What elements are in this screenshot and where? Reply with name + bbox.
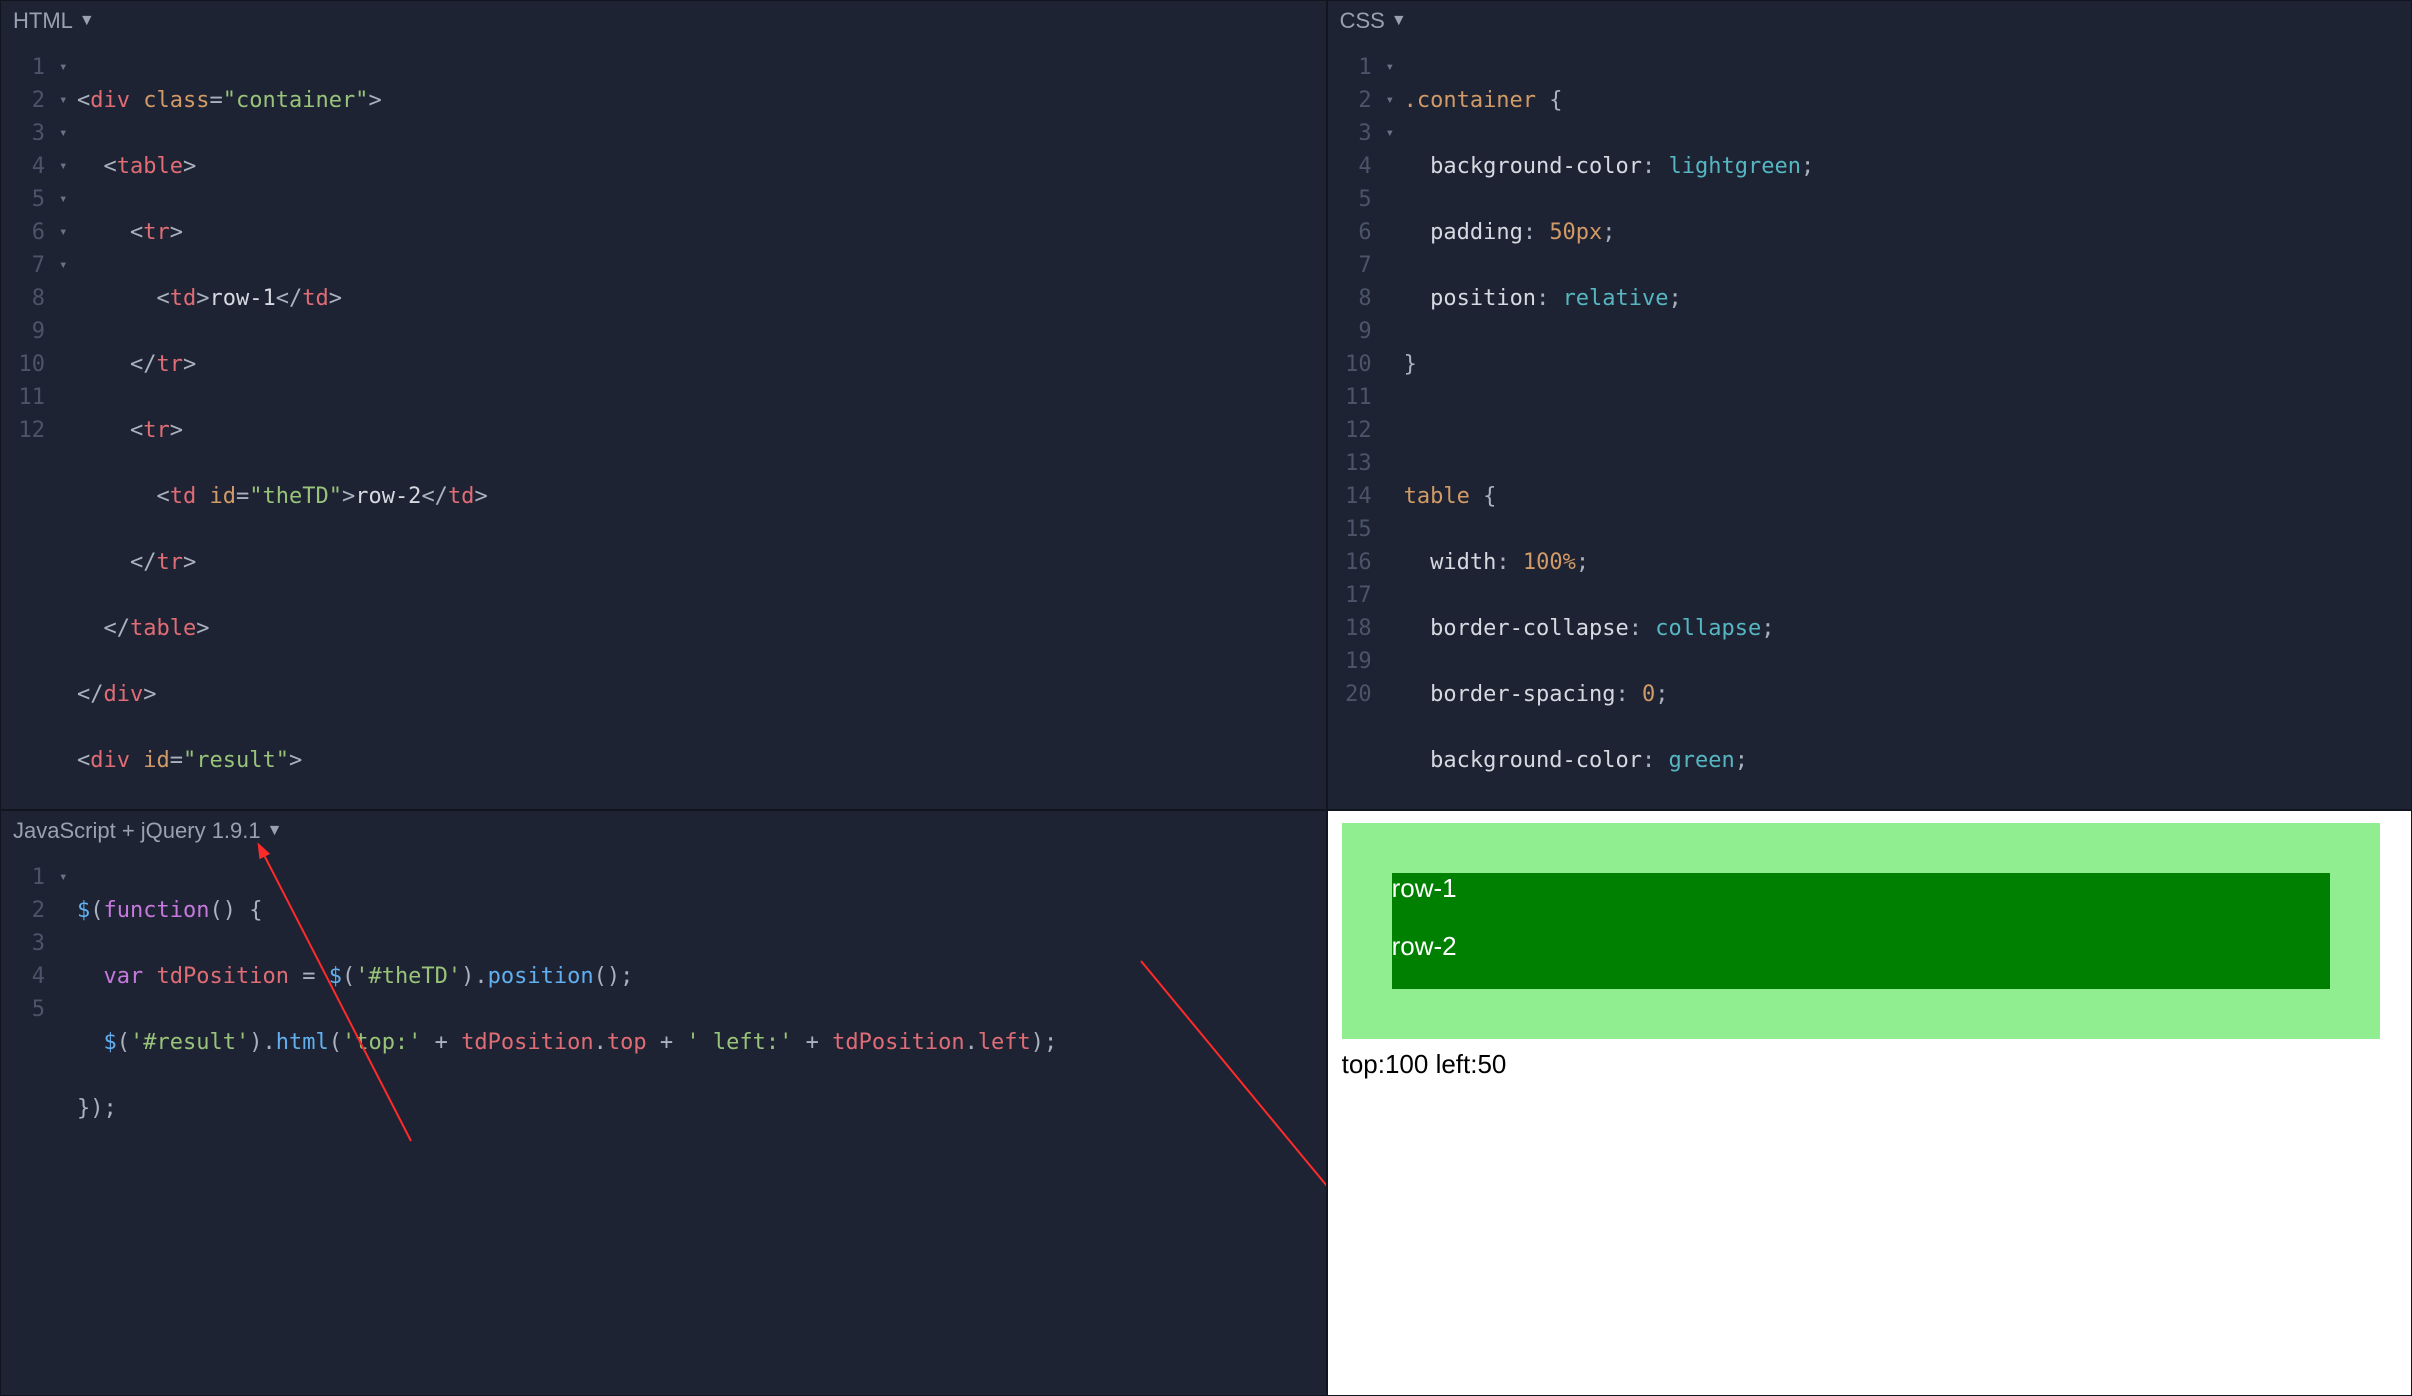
table-row: row-1: [1392, 873, 2330, 931]
js-code[interactable]: $(function() { var tdPosition = $('#theT…: [77, 861, 1326, 1257]
chevron-down-icon: ▼: [79, 12, 95, 30]
html-pane-title: HTML: [13, 8, 73, 34]
js-pane-header[interactable]: JavaScript + jQuery 1.9.1 ▼: [1, 811, 1326, 851]
js-pane-title: JavaScript + jQuery 1.9.1: [13, 818, 261, 844]
js-fold-column: ▾: [59, 861, 77, 1257]
js-pane: JavaScript + jQuery 1.9.1 ▼ 12345 ▾ $(fu…: [0, 810, 1327, 1396]
output-container: row-1 row-2: [1342, 823, 2380, 1039]
html-editor[interactable]: 123456789101112 ▾▾▾▾▾▾▾ <div class="cont…: [1, 41, 1326, 810]
html-fold-column: ▾▾▾▾▾▾▾: [59, 51, 77, 810]
table-row: row-2: [1392, 931, 2330, 989]
chevron-down-icon: ▼: [1391, 12, 1407, 30]
js-editor[interactable]: 12345 ▾ $(function() { var tdPosition = …: [1, 851, 1326, 1257]
css-pane-title: CSS: [1340, 8, 1385, 34]
chevron-down-icon: ▼: [267, 822, 283, 840]
html-pane-header[interactable]: HTML ▼: [1, 1, 1326, 41]
html-code[interactable]: <div class="container"> <table> <tr> <td…: [77, 51, 1326, 810]
js-gutter: 12345: [1, 861, 59, 1257]
html-gutter: 123456789101112: [1, 51, 59, 810]
css-fold-column: ▾▾▾: [1386, 51, 1404, 810]
css-code[interactable]: .container { background-color: lightgree…: [1404, 51, 2411, 810]
output-pane: row-1 row-2 top:100 left:50: [1327, 810, 2412, 1396]
output-result-text: top:100 left:50: [1342, 1049, 2401, 1080]
table-cell-row2: row-2: [1392, 931, 2330, 989]
css-editor[interactable]: 1234567891011121314151617181920 ▾▾▾ .con…: [1328, 41, 2411, 810]
css-pane-header[interactable]: CSS ▼: [1328, 1, 2411, 41]
table-cell-row1: row-1: [1392, 873, 2330, 931]
output-table: row-1 row-2: [1392, 873, 2330, 989]
html-pane: HTML ▼ 123456789101112 ▾▾▾▾▾▾▾ <div clas…: [0, 0, 1327, 810]
css-pane: CSS ▼ 1234567891011121314151617181920 ▾▾…: [1327, 0, 2412, 810]
css-gutter: 1234567891011121314151617181920: [1328, 51, 1386, 810]
